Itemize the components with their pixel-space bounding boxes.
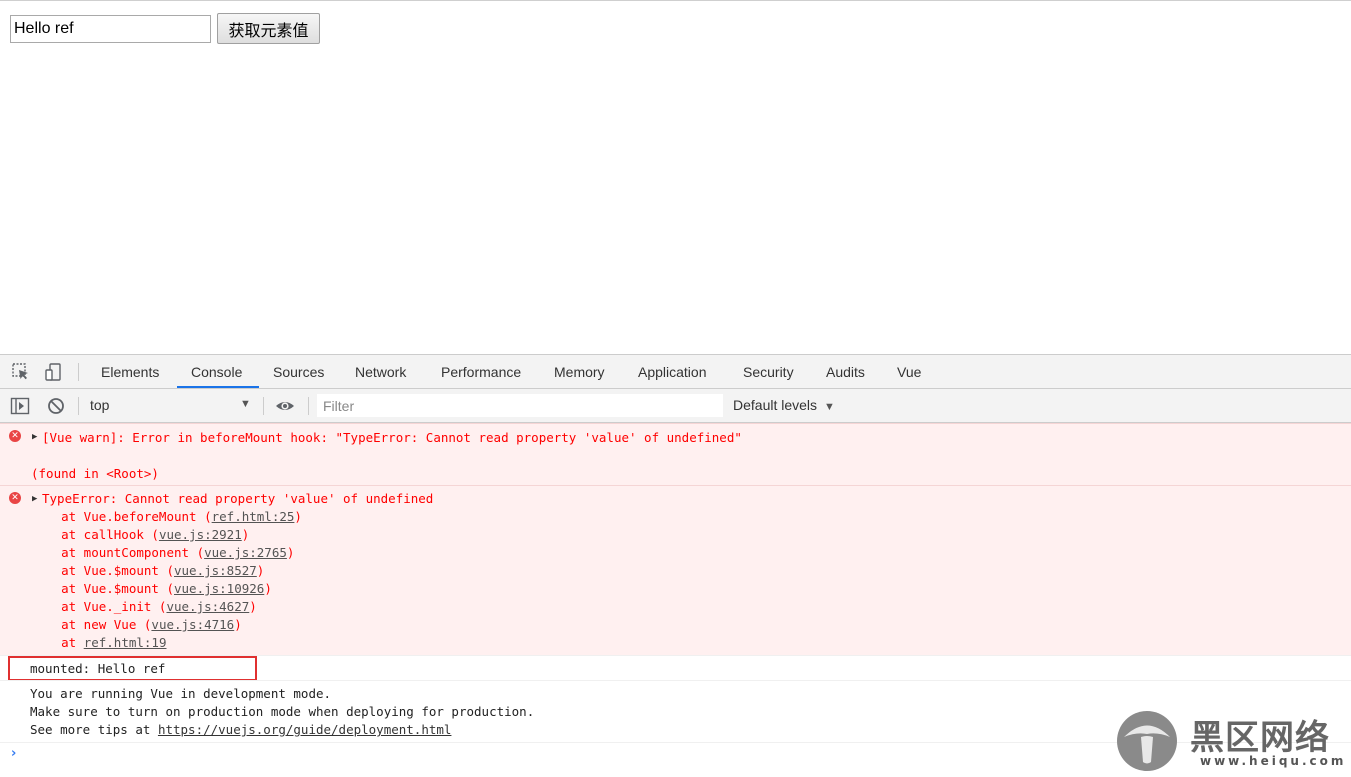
stack-frame-text: at — [31, 635, 84, 650]
source-link[interactable]: vue.js:10926 — [174, 581, 264, 596]
log-text: You are running Vue in development mode. — [30, 686, 332, 701]
console-log-message: mounted: Hello ref — [0, 655, 1351, 681]
source-link[interactable]: vue.js:4716 — [151, 617, 234, 632]
error-text: [Vue warn]: Error in beforeMount hook: "… — [42, 430, 742, 445]
text-input[interactable] — [10, 15, 211, 43]
context-value: top — [90, 397, 110, 413]
stack-frame-text: at mountComponent ( — [31, 545, 205, 560]
filter-input[interactable] — [317, 394, 723, 417]
toolbar-separator — [263, 397, 264, 415]
chevron-down-icon: ▼ — [240, 398, 251, 410]
stack-frame: at mountComponent (vue.js:2765) — [31, 545, 294, 560]
clear-console-icon[interactable] — [46, 396, 66, 416]
watermark-url: www.heiqu.com — [1200, 754, 1347, 768]
error-icon: ✕ — [9, 492, 21, 504]
source-link[interactable]: vue.js:2921 — [159, 527, 242, 542]
tab-elements[interactable]: Elements — [101, 355, 159, 388]
log-text: Make sure to turn on production mode whe… — [30, 704, 535, 719]
tab-security[interactable]: Security — [743, 355, 794, 388]
toolbar-separator — [308, 397, 309, 415]
stack-frame-text: ) — [256, 563, 265, 578]
source-link[interactable]: ref.html:25 — [212, 509, 295, 524]
console-error-message: ✕ ▶ TypeError: Cannot read property 'val… — [0, 485, 1351, 655]
console-error-message: ✕ ▶ [Vue warn]: Error in beforeMount hoo… — [0, 423, 1351, 485]
tab-audits[interactable]: Audits — [826, 355, 865, 388]
tab-sources[interactable]: Sources — [273, 355, 324, 388]
stack-frame: at ref.html:19 — [31, 635, 166, 650]
log-text: See more tips at https://vuejs.org/guide… — [30, 722, 451, 737]
watermark: 黑区网络 www.heiqu.com — [1116, 708, 1346, 774]
error-text: (found in <Root>) — [31, 466, 159, 481]
toolbar-separator — [78, 397, 79, 415]
stack-frame-text: ) — [264, 581, 272, 596]
stack-frame-text: at Vue.beforeMount ( — [31, 509, 212, 524]
sidebar-toggle-icon[interactable] — [10, 396, 30, 416]
inspect-element-icon[interactable] — [11, 362, 31, 382]
stack-frame-text: ) — [241, 527, 250, 542]
source-link[interactable]: vue.js:4627 — [166, 599, 249, 614]
stack-frame: at Vue.$mount (vue.js:10926) — [31, 581, 272, 596]
log-text: mounted: Hello ref — [30, 661, 166, 676]
stack-frame-text: at new Vue ( — [31, 617, 152, 632]
active-tab-indicator — [177, 386, 259, 388]
stack-frame-text: at Vue._init ( — [31, 599, 167, 614]
eye-icon[interactable] — [275, 396, 295, 416]
log-levels-label: Default levels — [733, 397, 818, 413]
deployment-link[interactable]: https://vuejs.org/guide/deployment.html — [158, 722, 452, 737]
stack-frame: at Vue.beforeMount (ref.html:25) — [31, 509, 302, 524]
tab-application[interactable]: Application — [638, 355, 707, 388]
prompt-chevron-icon: › — [11, 746, 17, 761]
stack-frame: at callHook (vue.js:2921) — [31, 527, 249, 542]
stack-frame: at Vue._init (vue.js:4627) — [31, 599, 257, 614]
devtools-tabbar: Elements Console Sources Network Perform… — [0, 355, 1351, 389]
tab-memory[interactable]: Memory — [554, 355, 605, 388]
log-levels-dropdown[interactable]: Default levels ▼ — [733, 389, 835, 422]
mushroom-logo-icon — [1116, 710, 1178, 772]
expand-triangle-icon[interactable]: ▶ — [32, 432, 37, 442]
source-link[interactable]: ref.html:19 — [84, 635, 167, 650]
device-toolbar-icon[interactable] — [44, 362, 64, 382]
stack-frame-text: ) — [234, 617, 242, 632]
stack-frame-text: ) — [294, 509, 302, 524]
stack-frame-text: ) — [286, 545, 295, 560]
tab-performance[interactable]: Performance — [441, 355, 521, 388]
stack-frame-text: at Vue.$mount ( — [31, 581, 174, 596]
toolbar-separator — [78, 363, 79, 381]
context-select[interactable]: top — [86, 389, 258, 422]
console-toolbar: top ▼ Default levels ▼ — [0, 389, 1351, 423]
stack-frame-text: at Vue.$mount ( — [31, 563, 174, 578]
tab-network[interactable]: Network — [355, 355, 406, 388]
stack-frame-text: at callHook ( — [31, 527, 159, 542]
source-link[interactable]: vue.js:8527 — [174, 563, 257, 578]
chevron-down-icon: ▼ — [823, 401, 835, 413]
log-text-prefix: See more tips at — [30, 722, 158, 737]
tab-console[interactable]: Console — [191, 355, 242, 388]
page-viewport: 获取元素值 — [0, 1, 1351, 354]
source-link[interactable]: vue.js:2765 — [204, 545, 287, 560]
stack-frame: at new Vue (vue.js:4716) — [31, 617, 242, 632]
error-icon: ✕ — [9, 430, 21, 442]
stack-frame: at Vue.$mount (vue.js:8527) — [31, 563, 264, 578]
watermark-text: 黑区网络 — [1190, 718, 1330, 758]
stack-frame-text: ) — [249, 599, 257, 614]
tab-vue[interactable]: Vue — [897, 355, 921, 388]
error-text: TypeError: Cannot read property 'value' … — [42, 491, 434, 506]
get-value-button[interactable]: 获取元素值 — [217, 13, 320, 44]
expand-triangle-icon[interactable]: ▶ — [32, 494, 37, 504]
